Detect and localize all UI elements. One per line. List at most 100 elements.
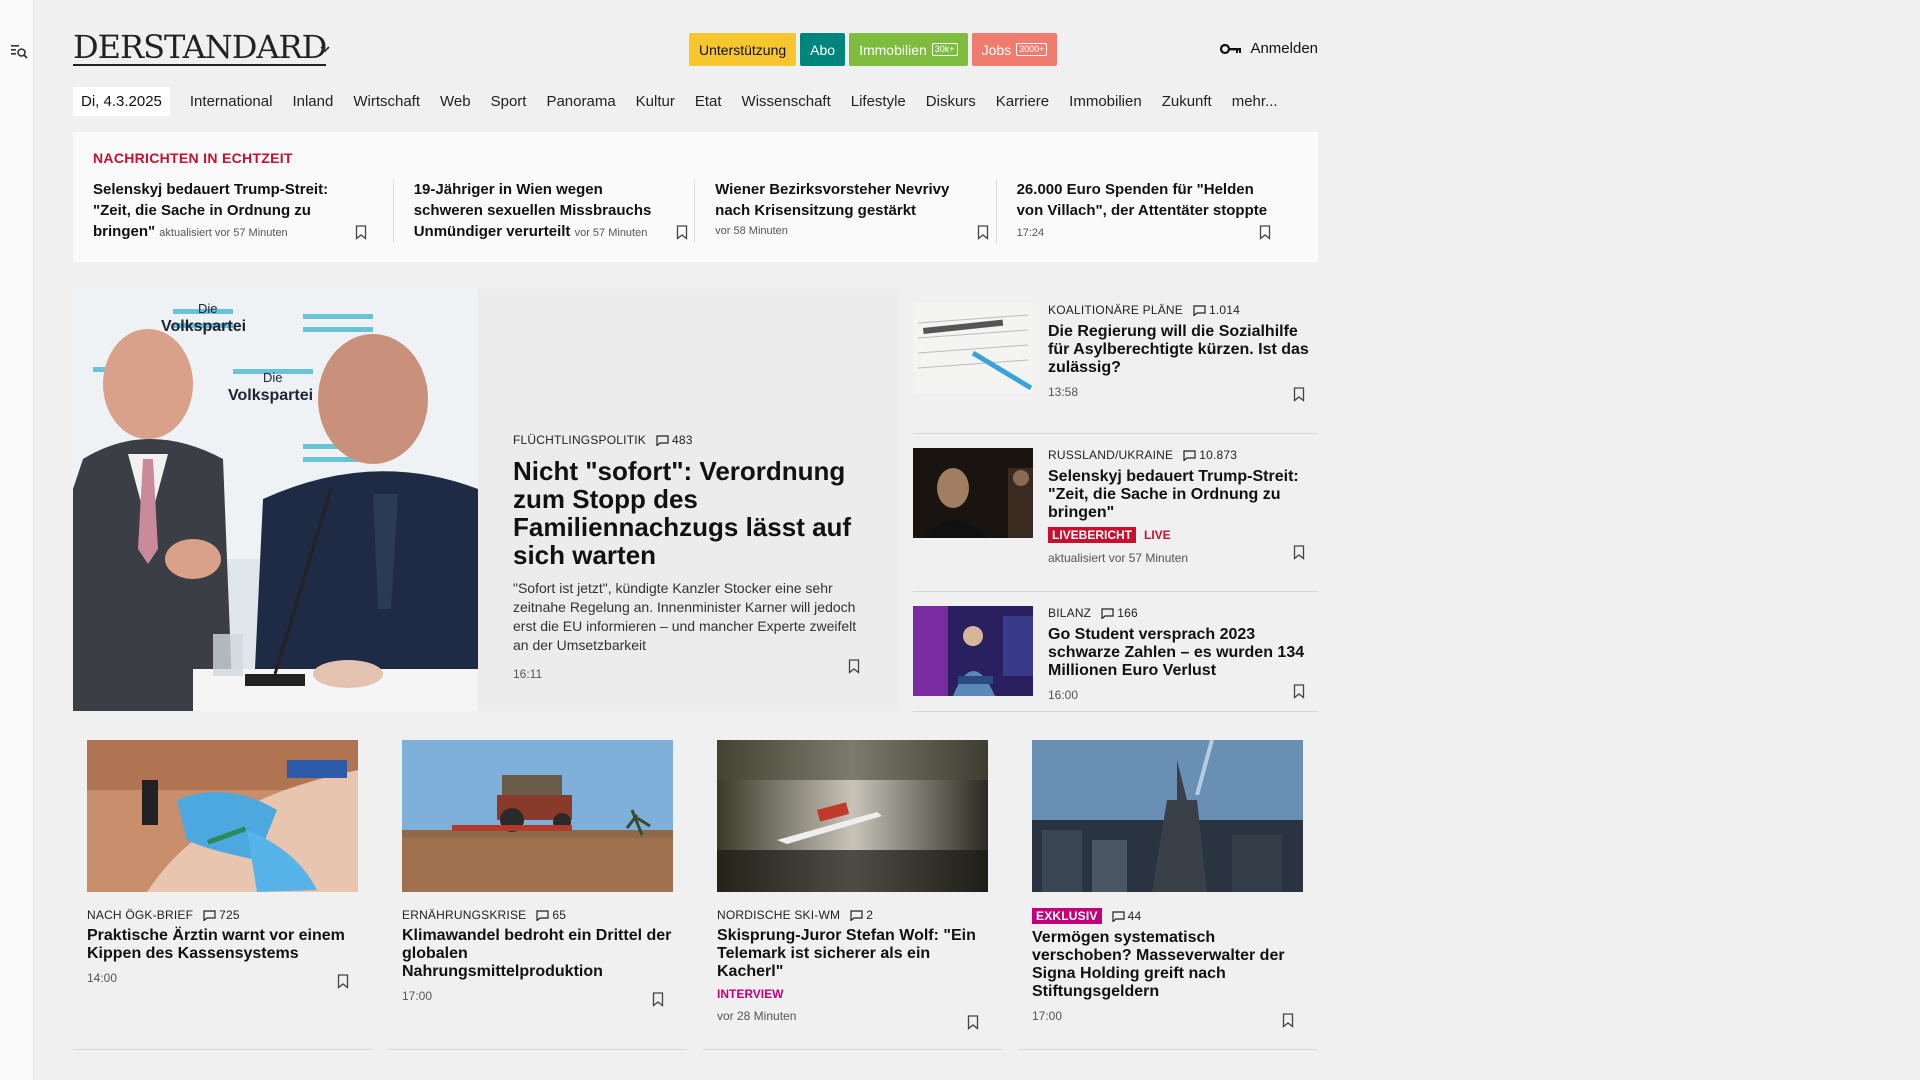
side-thumbnail[interactable] [913, 448, 1033, 538]
bookmark-icon[interactable] [977, 225, 989, 240]
nav-item-etat[interactable]: Etat [695, 93, 722, 110]
nav-item-immobilien[interactable]: Immobilien [1069, 93, 1142, 110]
card-title[interactable]: Vermögen systematisch verschoben? Massev… [1032, 929, 1303, 1001]
side-article[interactable]: BILANZ 166 Go Student versprach 2023 sch… [913, 592, 1318, 712]
bookmark-icon[interactable] [1293, 684, 1305, 699]
side-time: 13:58 [1048, 385, 1079, 399]
comment-icon [1193, 304, 1206, 316]
nav-item-wirtschaft[interactable]: Wirtschaft [353, 93, 420, 110]
chevron-down-icon[interactable] [318, 42, 332, 56]
kicker-label: ERNÄHRUNGSKRISE [402, 908, 527, 922]
comment-icon [656, 434, 669, 446]
left-rail [0, 0, 34, 1080]
comments-link[interactable]: 2 [850, 908, 873, 922]
comments-link[interactable]: 10.873 [1183, 448, 1237, 462]
card-title[interactable]: Skisprung-Juror Stefan Wolf: "Ein Telema… [717, 927, 988, 981]
bookmark-icon[interactable] [1293, 387, 1305, 402]
kicker-label: KOALITIONÄRE PLÄNE [1048, 303, 1183, 317]
side-title[interactable]: Go Student versprach 2023 schwarze Zahle… [1048, 626, 1313, 680]
bookmark-icon[interactable] [337, 974, 349, 989]
login-button[interactable]: Anmelden [1220, 40, 1318, 57]
menu-search-icon[interactable] [10, 42, 28, 60]
comments-link[interactable]: 1.014 [1193, 303, 1240, 317]
side-text: BILANZ 166 Go Student versprach 2023 sch… [1048, 606, 1313, 702]
bookmark-icon[interactable] [676, 225, 688, 240]
ticker-time: aktualisiert vor 57 Minuten [159, 227, 288, 239]
nav-item-zukunft[interactable]: Zukunft [1162, 93, 1212, 110]
ticker-item[interactable]: 19-Jähriger in Wien wegen schweren sexue… [394, 179, 696, 243]
side-thumbnail[interactable] [913, 303, 1033, 393]
immobilien-count-badge: 30k+ [931, 43, 958, 56]
nav-item-mehr[interactable]: mehr... [1232, 93, 1278, 110]
article-card[interactable]: EXKLUSIV 44 Vermögen systematisch versch… [1018, 740, 1317, 1050]
side-article[interactable]: KOALITIONÄRE PLÄNE 1.014 Die Regierung w… [913, 289, 1318, 434]
bookmark-icon[interactable] [848, 659, 860, 674]
login-label: Anmelden [1250, 40, 1318, 57]
comment-count: 1.014 [1208, 303, 1241, 317]
nav-item-karriere[interactable]: Karriere [996, 93, 1049, 110]
card-image[interactable] [717, 740, 988, 892]
bookmark-icon[interactable] [1293, 545, 1305, 560]
ticker-item[interactable]: 26.000 Euro Spenden für "Helden von Vill… [997, 179, 1298, 243]
bookmark-icon[interactable] [652, 992, 664, 1007]
nav-item-international[interactable]: International [190, 93, 273, 110]
abo-button[interactable]: Abo [800, 33, 846, 66]
comment-icon [1101, 607, 1114, 619]
side-article[interactable]: RUSSLAND/UKRAINE 10.873 Selenskyj bedaue… [913, 434, 1318, 592]
comments-link[interactable]: 166 [1101, 606, 1138, 620]
hero-row: Die Volkspartei Die Volkspartei FLÜCHTLI… [73, 289, 1318, 712]
article-card[interactable]: NORDISCHE SKI-WM 2 Skisprung-Juror Stefa… [703, 740, 1002, 1050]
bookmark-icon[interactable] [967, 1015, 979, 1030]
hero-image[interactable]: Die Volkspartei Die Volkspartei [73, 289, 478, 711]
card-image[interactable] [87, 740, 358, 892]
hero-title[interactable]: Nicht "sofort": Verordnung zum Stopp des… [513, 457, 873, 569]
hero-body: FLÜCHTLINGSPOLITIK 483 Nicht "sofort": V… [513, 433, 873, 681]
nav-item-web[interactable]: Web [440, 93, 471, 110]
interview-label: INTERVIEW [717, 987, 784, 1001]
nav-item-kultur[interactable]: Kultur [636, 93, 675, 110]
comment-icon [1183, 449, 1196, 461]
support-button[interactable]: Unterstützung [689, 33, 797, 66]
ticker-item[interactable]: Wiener Bezirksvorsteher Nevrivy nach Kri… [695, 179, 997, 243]
comments-link[interactable]: 725 [203, 908, 240, 922]
side-time: 16:00 [1048, 688, 1079, 702]
card-image[interactable] [1032, 740, 1303, 892]
side-thumbnail[interactable] [913, 606, 1033, 696]
card-title[interactable]: Praktische Ärztin warnt vor einem Kippen… [87, 927, 358, 963]
jobs-button[interactable]: Jobs 3000+ [971, 33, 1058, 66]
nav-item-wissenschaft[interactable]: Wissenschaft [742, 93, 831, 110]
topbar: DERSTANDARD Unterstützung Abo Immobilien… [73, 0, 1318, 80]
side-column: KOALITIONÄRE PLÄNE 1.014 Die Regierung w… [913, 289, 1318, 712]
nav-item-sport[interactable]: Sport [491, 93, 527, 110]
card-time: vor 28 Minuten [717, 1009, 797, 1023]
side-title[interactable]: Die Regierung will die Sozialhilfe für A… [1048, 323, 1313, 377]
card-image[interactable] [402, 740, 673, 892]
comment-icon [850, 909, 863, 921]
site-logo[interactable]: DERSTANDARD [73, 30, 327, 66]
side-title[interactable]: Selenskyj bedauert Trump-Streit: "Zeit, … [1048, 468, 1313, 522]
nav-item-diskurs[interactable]: Diskurs [926, 93, 976, 110]
immobilien-button[interactable]: Immobilien 30k+ [849, 33, 968, 66]
ticker-time: vor 57 Minuten [574, 227, 648, 239]
card-title[interactable]: Klimawandel bedroht ein Drittel der glob… [402, 927, 673, 981]
comments-link[interactable]: 44 [1112, 909, 1142, 923]
article-card[interactable]: NACH ÖGK-BRIEF 725 Praktische Ärztin war… [73, 740, 372, 1050]
party-label: Volkspartei [161, 318, 246, 335]
nav-item-lifestyle[interactable]: Lifestyle [851, 93, 906, 110]
article-card[interactable]: ERNÄHRUNGSKRISE 65 Klimawandel bedroht e… [388, 740, 687, 1050]
nav-item-panorama[interactable]: Panorama [546, 93, 615, 110]
live-row: LIVEBERICHT LIVE [1048, 527, 1313, 543]
comments-link[interactable]: 483 [656, 433, 693, 447]
jobs-label: Jobs [981, 41, 1012, 58]
nav-item-inland[interactable]: Inland [292, 93, 333, 110]
kicker-label: NACH ÖGK-BRIEF [87, 908, 194, 922]
hero-article[interactable]: Die Volkspartei Die Volkspartei FLÜCHTLI… [73, 289, 898, 711]
bookmark-icon[interactable] [1282, 1013, 1294, 1028]
bookmark-icon[interactable] [355, 225, 367, 240]
card-kicker: NACH ÖGK-BRIEF 725 [87, 908, 358, 922]
bookmark-icon[interactable] [1259, 225, 1271, 240]
ticker-item[interactable]: Selenskyj bedauert Trump-Streit: "Zeit, … [93, 179, 394, 243]
ticker-row: Selenskyj bedauert Trump-Streit: "Zeit, … [93, 179, 1298, 243]
comments-link[interactable]: 65 [536, 908, 566, 922]
side-time: aktualisiert vor 57 Minuten [1048, 551, 1189, 565]
